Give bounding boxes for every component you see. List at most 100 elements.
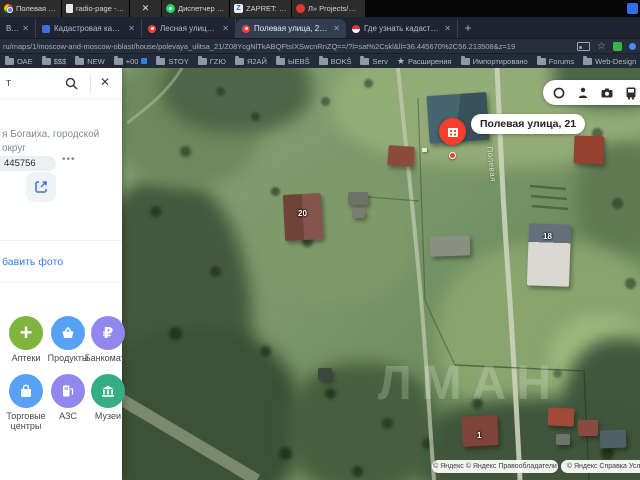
coordinates-pill[interactable]: 445756 <box>0 156 56 171</box>
app-icon[interactable] <box>627 3 638 14</box>
bookmark-folder[interactable]: ОАЕ <box>5 55 33 66</box>
red-app-icon <box>296 4 305 13</box>
folder-icon <box>583 55 593 65</box>
ruble-icon: ₽ <box>102 325 114 342</box>
tab-strip: ВОЗ/ОО ✕ Кадастровая карта России он ✕ Л… <box>0 17 640 38</box>
bookmark-star-icon[interactable]: ☆ <box>597 39 606 54</box>
category-museums[interactable]: Музеи <box>82 374 134 421</box>
building <box>318 368 332 380</box>
taskbar-item-label: ZAPRET: Ultimate Fix <box>246 4 287 13</box>
search-icon[interactable] <box>64 76 79 96</box>
taskbar-item-label: radio-page - Видео... <box>76 4 125 13</box>
folder-icon <box>360 55 370 65</box>
satellite-map[interactable]: ЛМАН Полевая 20 18 1 Полевая улица, 21 ©… <box>122 68 640 480</box>
extension-icon-green[interactable] <box>613 42 622 51</box>
category-atms[interactable]: ₽ Банкоматы <box>82 316 134 363</box>
bookmark-folder[interactable]: ЫЕВŠ <box>275 55 310 66</box>
placemark-icon[interactable] <box>439 118 466 145</box>
tab-close-icon[interactable]: ✕ <box>444 24 451 33</box>
folder-icon <box>75 55 85 65</box>
cast-icon[interactable] <box>577 42 591 51</box>
building <box>599 429 627 449</box>
fuel-pump-icon <box>63 385 74 397</box>
tab-lesnaya[interactable]: Лесная улица, 21 на карте М ✕ <box>142 19 236 38</box>
bookmark-folder[interactable]: Я2АЙ <box>234 55 267 66</box>
new-tab-button[interactable]: + <box>458 19 478 38</box>
building <box>352 208 365 218</box>
map-watermark: ЛМАН <box>378 357 561 410</box>
taskbar-item-label: Диспетчер задач... <box>178 4 225 13</box>
taskbar-item-maps[interactable]: Полевая улица, 21... <box>0 0 62 17</box>
bookmark-folder[interactable]: BOKŠ <box>318 55 351 66</box>
taskbar-item-zapret[interactable]: Z ZAPRET: Ultimate Fix <box>230 0 292 17</box>
tab-close-icon[interactable]: ✕ <box>22 24 29 33</box>
taskbar-item-label: Л» Projects/Hou... <box>308 4 361 13</box>
taskbar-item-projects[interactable]: Л» Projects/Hou... <box>292 0 366 17</box>
add-photo-link[interactable]: бавить фото <box>2 256 63 268</box>
building <box>578 420 598 436</box>
layers-ring-icon[interactable] <box>552 86 566 100</box>
share-icon <box>35 181 47 193</box>
bookmarks-bar: ОАЕ $$$ NEW +00 STOY ГZЮ Я2АЙ ЫЕВŠ BOKŠ … <box>0 53 640 68</box>
building <box>429 235 471 257</box>
close-icon[interactable]: ✕ <box>100 75 110 89</box>
car <box>422 148 427 152</box>
tab-partial[interactable]: ВОЗ/ОО ✕ <box>0 19 36 38</box>
taskbar-item-task-manager[interactable]: Диспетчер задач... <box>162 0 230 17</box>
copyright-attribution[interactable]: © Яндекс © Яндекс Правообладатели <box>432 460 558 473</box>
taskbar-close-button[interactable]: ✕ <box>130 0 162 17</box>
search-bar[interactable]: т ✕ <box>0 68 122 100</box>
z-shield-icon: Z <box>234 4 243 13</box>
bookmark-folder[interactable]: STOY <box>156 55 189 66</box>
tab-kadastr-map[interactable]: Кадастровая карта России он ✕ <box>36 19 142 38</box>
house-number: 18 <box>543 232 552 241</box>
photos-camera-icon[interactable] <box>600 86 614 100</box>
bookmark-extensions[interactable]: ★ Расширения <box>397 56 452 67</box>
folder-icon <box>5 55 14 65</box>
taskbar-item-radio-page[interactable]: radio-page - Видео... <box>62 0 130 17</box>
tab-title: Полевая улица, 21 на к <box>254 24 329 33</box>
tab-kadastr-number[interactable]: Где узнать кадастровый ном ✕ <box>346 19 458 38</box>
bookmark-folder[interactable]: $$$ <box>41 55 66 66</box>
favicon-yandex-maps <box>242 24 250 33</box>
favicon-article <box>352 24 360 33</box>
placemark-label[interactable]: Полевая улица, 21 <box>471 114 586 134</box>
taskbar-item-label: Полевая улица, 21... <box>16 4 57 13</box>
bookmark-folder[interactable]: NEW <box>75 55 105 66</box>
bookmark-folder[interactable]: Импортировано <box>460 55 528 66</box>
folder-icon <box>197 55 207 65</box>
taskbar: Полевая улица, 21... radio-page - Видео.… <box>0 0 640 17</box>
house-number: 20 <box>298 209 307 218</box>
bookmark-folder[interactable]: ГZЮ <box>197 55 226 66</box>
tab-title: Кадастровая карта России он <box>54 24 125 33</box>
extension-icon-blue[interactable] <box>629 43 636 50</box>
bookmark-folder[interactable]: Web-Design <box>583 55 636 66</box>
tab-close-icon[interactable]: ✕ <box>128 24 135 33</box>
plus-icon: + <box>19 320 33 345</box>
building <box>348 192 368 205</box>
search-input[interactable]: т <box>6 77 11 89</box>
building <box>387 145 415 167</box>
help-links[interactable]: © Яндекс Справка Условия ис <box>561 460 640 473</box>
folder-icon <box>234 55 244 65</box>
chrome-icon <box>4 4 13 13</box>
tab-close-icon[interactable]: ✕ <box>222 24 229 33</box>
screen: Полевая улица, 21... radio-page - Видео.… <box>0 0 640 480</box>
whatsapp-icon <box>166 4 175 13</box>
panoramas-icon[interactable] <box>576 86 590 100</box>
bookmark-folder[interactable]: Serv <box>360 55 388 66</box>
bookmark-folder[interactable]: Forums <box>536 55 574 66</box>
folder-icon <box>156 55 166 65</box>
favicon-blue <box>141 58 148 64</box>
page-content: ЛМАН Полевая 20 18 1 Полевая улица, 21 ©… <box>0 68 640 480</box>
tab-close-icon[interactable]: ✕ <box>333 24 340 33</box>
share-button[interactable] <box>26 172 56 202</box>
more-icon[interactable]: ••• <box>62 154 76 165</box>
transport-bus-icon[interactable] <box>624 86 638 100</box>
folder-icon <box>113 55 123 65</box>
placemark-point <box>449 152 456 159</box>
tab-title: Где узнать кадастровый ном <box>364 24 440 33</box>
bookmark-folder[interactable]: +00 <box>113 55 148 66</box>
address-input[interactable]: ru/maps/1/moscow-and-moscow-oblast/house… <box>0 42 540 51</box>
tab-polevaya-active[interactable]: Полевая улица, 21 на к ✕ <box>236 19 346 38</box>
